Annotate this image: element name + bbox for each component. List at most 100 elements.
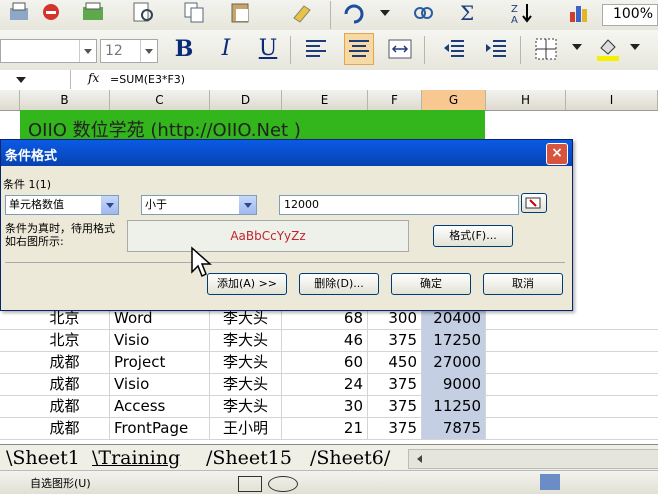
undo-icon[interactable] [340, 0, 366, 26]
oval-tool-icon[interactable] [268, 476, 298, 492]
cancel-button[interactable]: 取消 [483, 273, 563, 295]
cell-price[interactable]: 375 [368, 329, 422, 351]
cell-total[interactable]: 27000 [422, 351, 486, 373]
italic-button[interactable]: I [212, 34, 240, 64]
cell-city[interactable]: 北京 [20, 329, 110, 351]
font-name-combo[interactable] [0, 39, 97, 63]
svg-text:A: A [511, 15, 518, 26]
corner-select-all[interactable] [0, 90, 20, 110]
cell-name[interactable]: 李大头 [210, 329, 282, 351]
cell-city[interactable]: 成都 [20, 351, 110, 373]
cell-product[interactable]: Project [110, 351, 210, 373]
delete-icon[interactable] [38, 0, 64, 26]
cell-total[interactable]: 17250 [422, 329, 486, 351]
column-header-h[interactable]: H [486, 90, 566, 110]
cell-product[interactable]: FrontPage [110, 417, 210, 439]
column-header-i[interactable]: I [566, 90, 658, 110]
cell-product[interactable]: Visio [110, 329, 210, 351]
fill-color-dropdown-icon[interactable] [630, 44, 640, 50]
borders-dropdown-icon[interactable] [572, 44, 582, 50]
column-header-e[interactable]: E [282, 90, 368, 110]
cell-total[interactable]: 9000 [422, 373, 486, 395]
cell-name[interactable]: 李大头 [210, 351, 282, 373]
cell-qty[interactable]: 21 [282, 417, 368, 439]
cell-name[interactable]: 李大头 [210, 395, 282, 417]
cell-name[interactable]: 李大头 [210, 373, 282, 395]
column-header-d[interactable]: D [210, 90, 282, 110]
align-center-button[interactable] [344, 33, 374, 65]
hyperlink-icon[interactable] [410, 0, 436, 26]
tab-sheet15[interactable]: /Sheet15 [206, 447, 292, 469]
cell-product[interactable]: Access [110, 395, 210, 417]
cell-product[interactable]: Visio [110, 373, 210, 395]
decrease-indent-button[interactable] [440, 34, 468, 64]
fx-icon[interactable]: fx [88, 71, 99, 85]
name-box-dropdown-icon[interactable] [16, 77, 26, 83]
name-box[interactable] [0, 70, 71, 89]
font-size-combo[interactable]: 12 [100, 39, 158, 63]
align-left-button[interactable] [302, 34, 330, 64]
cell-city[interactable]: 成都 [20, 373, 110, 395]
cell-qty[interactable]: 24 [282, 373, 368, 395]
table-row[interactable]: 成都 Visio 李大头 24 375 9000 [0, 373, 658, 396]
research-icon[interactable] [130, 0, 156, 26]
mouse-cursor-icon [190, 246, 214, 281]
print-preview-icon[interactable] [80, 0, 106, 26]
zoom-combo[interactable]: 100% [602, 4, 658, 26]
cell-name[interactable]: 王小明 [210, 417, 282, 439]
autosum-icon[interactable]: Σ [454, 0, 480, 26]
close-icon[interactable]: × [546, 143, 568, 165]
tab-training[interactable]: \Training [92, 447, 180, 469]
increase-indent-button[interactable] [482, 34, 510, 64]
cell-total[interactable]: 11250 [422, 395, 486, 417]
autoshapes-menu[interactable]: 自选图形(U) [30, 475, 91, 491]
table-row[interactable]: 成都 Project 李大头 60 450 27000 [0, 351, 658, 374]
print-icon[interactable] [6, 0, 32, 26]
cell-qty[interactable]: 60 [282, 351, 368, 373]
borders-button[interactable] [532, 34, 560, 64]
table-row[interactable]: 成都 Access 李大头 30 375 11250 [0, 395, 658, 418]
cell-price[interactable]: 450 [368, 351, 422, 373]
chart-wizard-icon[interactable] [566, 0, 592, 26]
fill-color-button[interactable] [594, 34, 622, 64]
format-button[interactable]: 格式(F)... [433, 225, 513, 247]
format-painter-icon[interactable] [290, 0, 316, 26]
operator-select[interactable]: 小于 [141, 195, 257, 215]
delete-button[interactable]: 删除(D)... [299, 273, 379, 295]
copy-icon[interactable] [182, 0, 208, 26]
cell-total[interactable]: 7875 [422, 417, 486, 439]
cell-qty[interactable]: 30 [282, 395, 368, 417]
table-row[interactable]: 成都 FrontPage 王小明 21 375 7875 [0, 417, 658, 440]
column-header-b[interactable]: B [20, 90, 110, 110]
table-row[interactable]: 北京 Visio 李大头 46 375 17250 [0, 329, 658, 352]
value-input[interactable]: 12000 [279, 195, 519, 215]
underline-button[interactable]: U [254, 34, 282, 64]
scroll-left-icon[interactable] [417, 455, 422, 463]
cell-qty[interactable]: 46 [282, 329, 368, 351]
tab-sheet1[interactable]: \Sheet1 [6, 447, 80, 469]
ok-button[interactable]: 确定 [391, 273, 471, 295]
fill-bucket-icon[interactable] [540, 474, 560, 490]
horizontal-scrollbar[interactable] [408, 449, 658, 469]
range-picker-icon[interactable] [521, 193, 547, 213]
cell-price[interactable]: 375 [368, 417, 422, 439]
sort-descending-icon[interactable]: ZA [508, 0, 534, 26]
column-header-g[interactable]: G [422, 90, 486, 110]
tab-sheet6[interactable]: /Sheet6/ [310, 447, 390, 469]
cell-city[interactable]: 成都 [20, 417, 110, 439]
merge-center-button[interactable] [386, 34, 414, 64]
dialog-title-bar[interactable]: 条件格式 × [1, 140, 572, 166]
column-header-f[interactable]: F [368, 90, 422, 110]
bold-button[interactable]: B [170, 34, 198, 64]
column-header-c[interactable]: C [110, 90, 210, 110]
rectangle-tool-icon[interactable] [238, 476, 262, 492]
paste-icon[interactable] [228, 0, 254, 26]
add-button[interactable]: 添加(A) >> [207, 273, 287, 295]
condition-type-select[interactable]: 单元格数值 [5, 195, 119, 215]
cell-city[interactable]: 成都 [20, 395, 110, 417]
formula-input[interactable]: =SUM(E3*F3) [110, 73, 185, 86]
cell-price[interactable]: 375 [368, 395, 422, 417]
cell-price[interactable]: 375 [368, 373, 422, 395]
dropdown-arrow-icon[interactable] [372, 0, 398, 26]
toolbar-separator [520, 36, 521, 64]
